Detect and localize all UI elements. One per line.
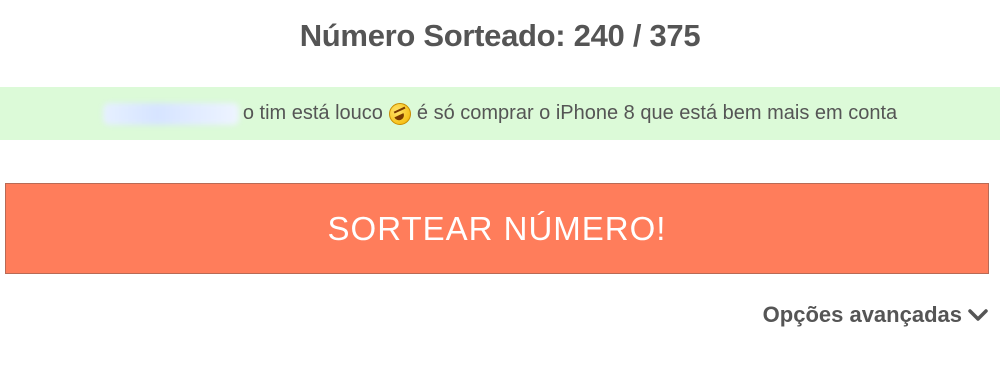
laughing-emoji-icon bbox=[388, 102, 411, 125]
draw-number-button[interactable]: SORTEAR NÚMERO! bbox=[5, 183, 989, 274]
comment-text-start: o tim está louco bbox=[242, 102, 383, 124]
total-number: 375 bbox=[649, 18, 701, 53]
number-separator: / bbox=[632, 18, 642, 53]
comment-text-end: é só comprar o iPhone 8 que está bem mai… bbox=[416, 102, 898, 124]
advanced-options-label: Opções avançadas bbox=[762, 302, 962, 327]
advanced-options-toggle[interactable]: Opções avançadas bbox=[763, 302, 988, 328]
title-label: Número Sorteado: bbox=[299, 18, 566, 53]
drawn-comment: o tim está louco é só comprar o iPhone 8… bbox=[0, 87, 1000, 140]
page: Número Sorteado: 240 / 375 o tim está lo… bbox=[0, 0, 1000, 366]
chevron-down-icon bbox=[968, 309, 988, 321]
drawn-number: 240 bbox=[573, 18, 625, 53]
blurred-author-name bbox=[102, 102, 239, 125]
page-title: Número Sorteado: 240 / 375 bbox=[0, 18, 1000, 54]
